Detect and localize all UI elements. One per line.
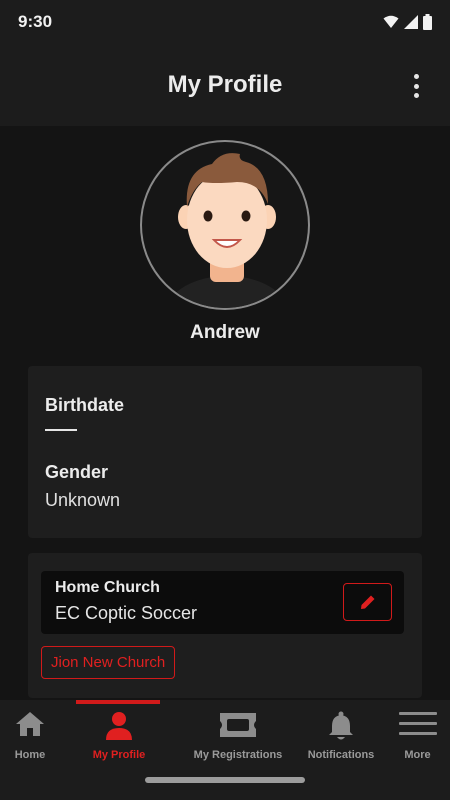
home-icon: [16, 712, 44, 736]
pencil-icon: [360, 594, 376, 609]
status-time: 9:30: [18, 12, 53, 31]
birthdate-empty-value: [45, 429, 77, 431]
person-icon: [106, 712, 132, 740]
bottom-nav: Home My Profile My Registrations Notific…: [0, 700, 450, 800]
gesture-home-bar[interactable]: [145, 777, 305, 783]
wifi-icon: [383, 15, 399, 28]
home-church-box: Home Church EC Coptic Soccer: [41, 571, 404, 634]
home-church-label: Home Church: [55, 579, 160, 596]
nav-notifications[interactable]: Notifications: [305, 700, 377, 770]
nav-my-registrations-label: My Registrations: [193, 749, 283, 761]
menu-dot: [413, 83, 419, 89]
nav-home[interactable]: Home: [0, 700, 60, 770]
join-new-church-button[interactable]: Jion New Church: [41, 646, 176, 679]
hamburger-icon: [398, 712, 437, 735]
profile-details-card: Birthdate Gender Unknown: [28, 366, 422, 538]
nav-notifications-label: Notifications: [307, 749, 375, 761]
user-name: Andrew: [190, 322, 260, 343]
page-title: My Profile: [167, 71, 283, 98]
nav-more-label: More: [404, 749, 431, 761]
avatar-illustration: [167, 153, 287, 308]
more-vertical-icon[interactable]: [408, 74, 424, 98]
status-icons: [383, 14, 432, 30]
home-church-name: EC Coptic Soccer: [55, 603, 198, 623]
edit-church-button[interactable]: [343, 583, 392, 621]
nav-my-registrations[interactable]: My Registrations: [188, 700, 288, 770]
nav-more[interactable]: More: [395, 700, 440, 770]
birthdate-label: Birthdate: [45, 395, 125, 415]
menu-dot: [413, 93, 419, 98]
bell-icon: [329, 711, 353, 740]
gender-value: Unknown: [45, 490, 121, 510]
battery-icon: [423, 14, 432, 30]
signal-icon: [404, 15, 418, 29]
gender-label: Gender: [45, 462, 109, 482]
nav-my-profile-label: My Profile: [92, 749, 146, 761]
nav-home-label: Home: [14, 749, 46, 761]
church-card: Home Church EC Coptic Soccer Jion New Ch…: [28, 553, 422, 698]
ticket-icon: [220, 713, 256, 737]
menu-dot: [413, 74, 419, 79]
app-bar: My Profile: [0, 44, 450, 126]
status-bar: 9:30: [0, 0, 450, 44]
nav-my-profile[interactable]: My Profile: [78, 700, 160, 770]
avatar[interactable]: [140, 140, 310, 310]
